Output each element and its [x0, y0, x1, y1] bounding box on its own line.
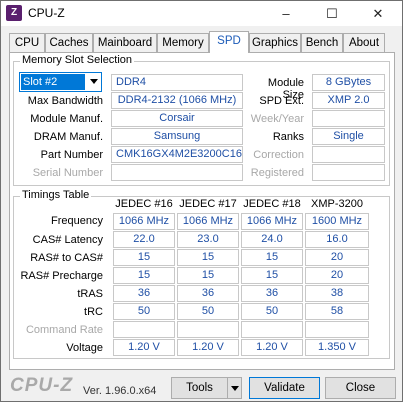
tras-value: 36	[113, 285, 175, 302]
tools-button[interactable]: Tools	[171, 377, 228, 399]
timings-column-header: JEDEC #17	[179, 198, 237, 210]
timings-column-header: JEDEC #16	[115, 198, 173, 210]
ras-to-cas-value: 15	[241, 249, 303, 266]
minimize-button[interactable]: –	[263, 1, 309, 26]
cpu-z-window: Z CPU-Z – ☐ ✕ CPU Caches Mainboard Memor…	[0, 0, 403, 402]
spd-ext-value: XMP 2.0	[312, 92, 385, 109]
cas-latency-label: CAS# Latency	[32, 234, 103, 246]
command-rate-value	[113, 321, 175, 338]
voltage-value: 1.20 V	[241, 339, 303, 356]
cas-latency-value: 23.0	[177, 231, 239, 248]
trc-value: 50	[113, 303, 175, 320]
tab-cpu[interactable]: CPU	[9, 33, 45, 52]
tras-value: 38	[305, 285, 369, 302]
cas-latency-value: 22.0	[113, 231, 175, 248]
tab-spd[interactable]: SPD	[209, 31, 249, 53]
frequency-value: 1066 MHz	[177, 213, 239, 230]
ras-precharge-value: 15	[177, 267, 239, 284]
voltage-value: 1.20 V	[177, 339, 239, 356]
week-year-value	[312, 110, 385, 127]
tab-bench[interactable]: Bench	[301, 33, 343, 52]
voltage-value: 1.350 V	[305, 339, 369, 356]
frequency-value: 1600 MHz	[305, 213, 369, 230]
cas-latency-value: 24.0	[241, 231, 303, 248]
trc-value: 58	[305, 303, 369, 320]
slot-select[interactable]: Slot #2	[19, 72, 102, 92]
chevron-down-icon	[231, 386, 239, 391]
voltage-value: 1.20 V	[113, 339, 175, 356]
ras-to-cas-value: 15	[177, 249, 239, 266]
tras-value: 36	[177, 285, 239, 302]
trc-label: tRC	[84, 306, 103, 318]
timings-column-header: JEDEC #18	[243, 198, 301, 210]
ras-precharge-value: 20	[305, 267, 369, 284]
serial-number-label: Serial Number	[32, 167, 103, 179]
serial-number-value	[111, 164, 243, 181]
frequency-value: 1066 MHz	[241, 213, 303, 230]
trc-value: 50	[177, 303, 239, 320]
chevron-down-icon	[90, 79, 98, 84]
memory-type-value: DDR4	[111, 74, 243, 91]
module-manuf-label: Module Manuf.	[30, 113, 103, 125]
dram-manuf-value: Samsung	[111, 128, 243, 145]
title-bar: Z CPU-Z – ☐ ✕	[1, 1, 402, 26]
cpu-z-icon: Z	[6, 5, 22, 21]
ras-to-cas-value: 15	[113, 249, 175, 266]
tras-label: tRAS	[77, 288, 103, 300]
tab-mainboard[interactable]: Mainboard	[93, 33, 157, 52]
command-rate-value	[241, 321, 303, 338]
validate-button[interactable]: Validate	[249, 377, 320, 399]
spd-ext-label: SPD Ext.	[259, 95, 304, 107]
ras-to-cas-value: 20	[305, 249, 369, 266]
ras-to-cas-label: RAS# to CAS#	[30, 252, 103, 264]
registered-label: Registered	[250, 167, 304, 179]
command-rate-label: Command Rate	[25, 324, 103, 336]
timings-table-title: Timings Table	[20, 189, 92, 201]
window-title: CPU-Z	[28, 6, 65, 20]
timings-column-header: XMP-3200	[311, 198, 363, 210]
part-number-value: CMK16GX4M2E3200C16	[111, 146, 243, 163]
part-number-label: Part Number	[40, 149, 103, 161]
tab-memory[interactable]: Memory	[157, 33, 209, 52]
tras-value: 36	[241, 285, 303, 302]
correction-label: Correction	[253, 149, 304, 161]
tab-bar: CPU Caches Mainboard Memory SPD Graphics…	[9, 31, 395, 53]
cpu-z-logo: CPU-Z	[10, 375, 74, 396]
frequency-value: 1066 MHz	[113, 213, 175, 230]
max-bandwidth-label: Max Bandwidth	[27, 95, 103, 107]
command-rate-value	[305, 321, 369, 338]
maximize-button[interactable]: ☐	[309, 1, 355, 26]
module-manuf-value: Corsair	[111, 110, 243, 127]
ranks-label: Ranks	[272, 131, 304, 143]
memory-slot-group-title: Memory Slot Selection	[20, 54, 135, 66]
frequency-label: Frequency	[51, 215, 103, 227]
tab-about[interactable]: About	[343, 33, 385, 52]
trc-value: 50	[241, 303, 303, 320]
ras-precharge-label: RAS# Precharge	[20, 270, 103, 282]
close-window-button[interactable]: ✕	[355, 1, 401, 26]
week-year-label: Week/Year	[250, 113, 304, 125]
ranks-value: Single	[312, 128, 385, 145]
ras-precharge-value: 15	[241, 267, 303, 284]
footer-bar: CPU-Z Ver. 1.96.0.x64 Tools Validate Clo…	[1, 371, 402, 401]
version-text: Ver. 1.96.0.x64	[83, 385, 157, 397]
close-button[interactable]: Close	[325, 377, 396, 399]
tab-graphics[interactable]: Graphics	[249, 33, 301, 52]
cas-latency-value: 16.0	[305, 231, 369, 248]
max-bandwidth-value: DDR4-2132 (1066 MHz)	[111, 92, 243, 109]
command-rate-value	[177, 321, 239, 338]
voltage-label: Voltage	[66, 342, 103, 354]
tools-dropdown-button[interactable]	[227, 377, 242, 399]
correction-value	[312, 146, 385, 163]
tab-caches[interactable]: Caches	[45, 33, 93, 52]
slot-select-value: Slot #2	[21, 74, 85, 90]
module-size-value: 8 GBytes	[312, 74, 385, 91]
dram-manuf-label: DRAM Manuf.	[33, 131, 103, 143]
registered-value	[312, 164, 385, 181]
ras-precharge-value: 15	[113, 267, 175, 284]
